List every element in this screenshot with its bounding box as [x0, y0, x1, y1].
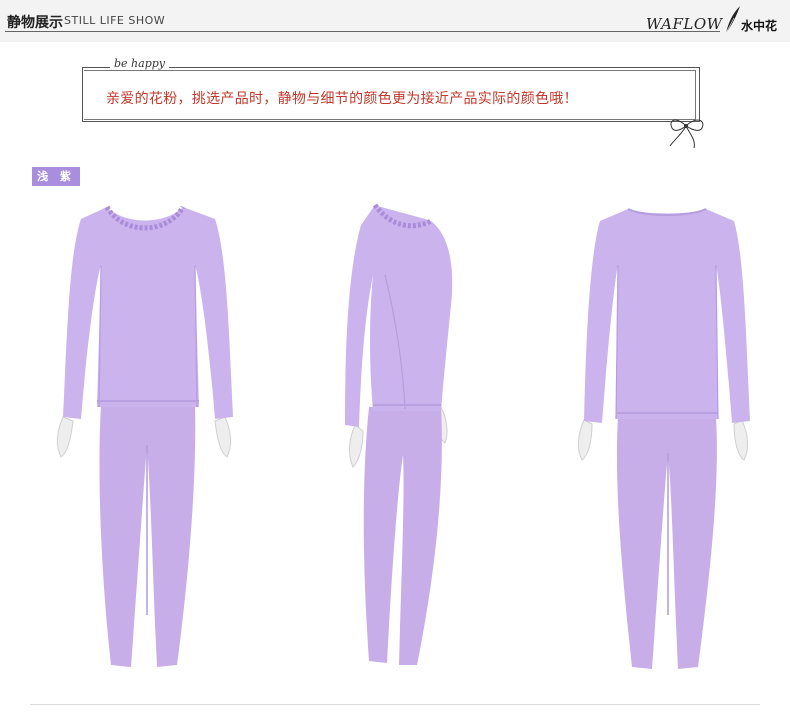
brand-logo-text: WAFLOW [646, 15, 723, 33]
ribbon-bow-icon [669, 119, 704, 149]
bottom-divider [30, 704, 760, 705]
header-bar: 静物展示 STILL LIFE SHOW WAFLOW 水中花 [0, 0, 790, 42]
feather-logo-icon [725, 6, 740, 34]
section-title: 静物展示 [7, 15, 63, 31]
note-text: 亲爱的花粉，挑选产品时，静物与细节的颜色更为接近产品实际的颜色哦！ [106, 91, 578, 107]
product-photo-side [265, 195, 525, 690]
brand-logo-cn: 水中花 [741, 19, 778, 33]
garment-front-illustration [56, 205, 233, 667]
garment-side-illustration [345, 203, 453, 665]
color-badge: 浅 紫 [32, 167, 80, 186]
product-photo-back [520, 195, 780, 690]
product-photo-front [15, 195, 275, 690]
section-subtitle: STILL LIFE SHOW [64, 14, 166, 27]
header-divider [5, 31, 720, 32]
note-script-label: be happy [110, 57, 169, 70]
garment-back-illustration [577, 208, 750, 669]
